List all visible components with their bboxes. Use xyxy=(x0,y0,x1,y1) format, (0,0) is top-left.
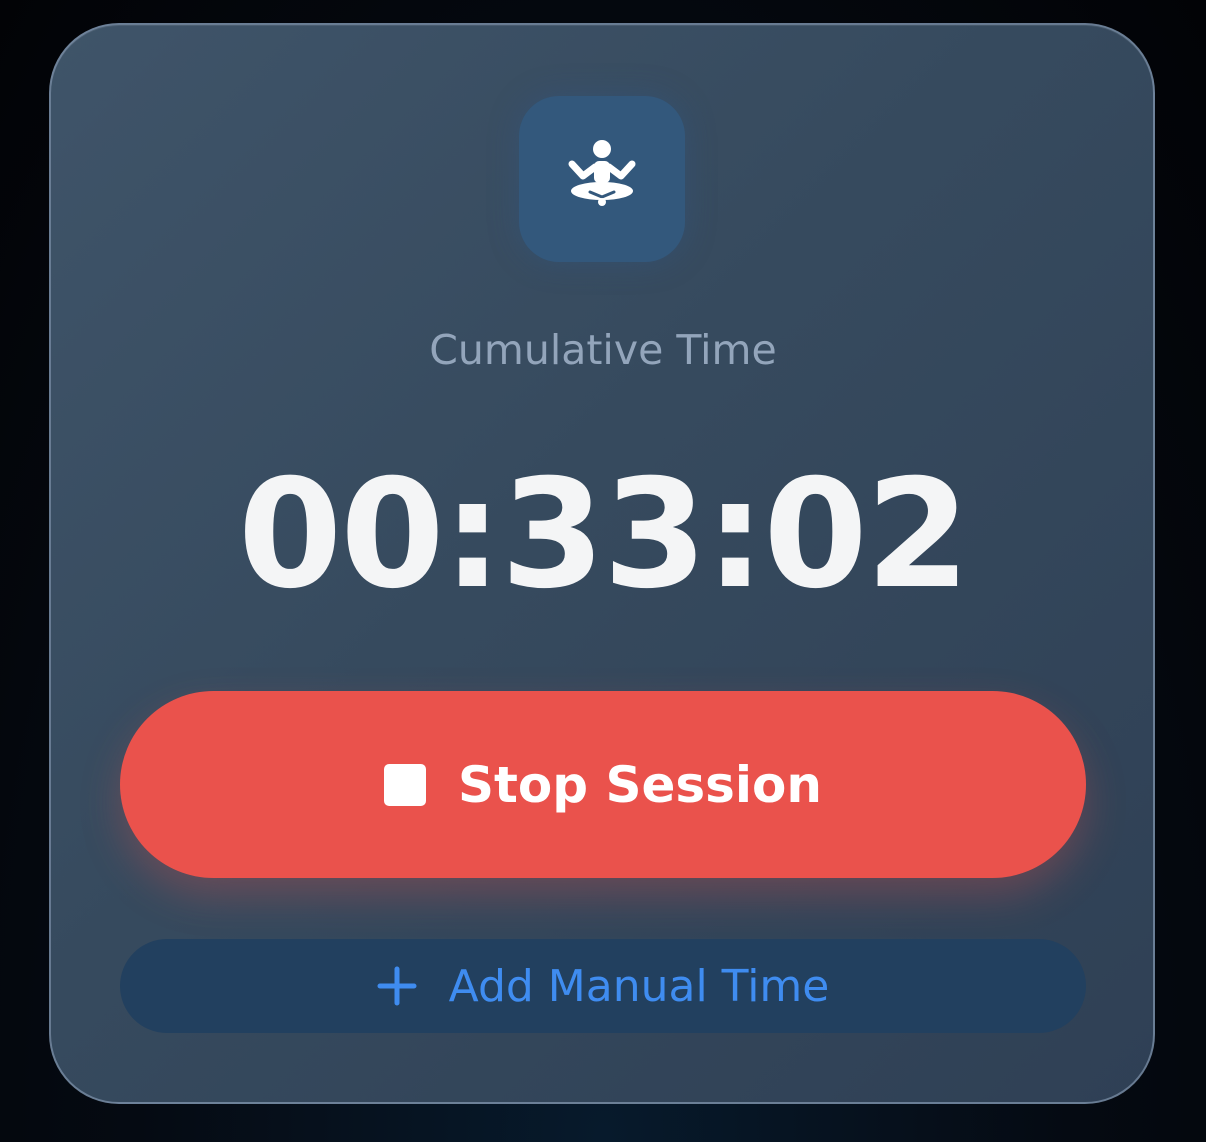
meditation-icon-tile xyxy=(519,96,685,262)
cumulative-time-label: Cumulative Time xyxy=(429,326,777,374)
stop-session-label: Stop Session xyxy=(458,755,822,814)
stop-session-button[interactable]: Stop Session xyxy=(120,691,1086,878)
stop-square-icon xyxy=(384,763,426,806)
add-manual-time-label: Add Manual Time xyxy=(448,960,830,1012)
add-manual-time-button[interactable]: Add Manual Time xyxy=(120,939,1086,1033)
plus-icon xyxy=(377,966,417,1006)
timer-display: 00:33:02 xyxy=(237,448,970,622)
meditation-person-icon xyxy=(568,140,636,206)
